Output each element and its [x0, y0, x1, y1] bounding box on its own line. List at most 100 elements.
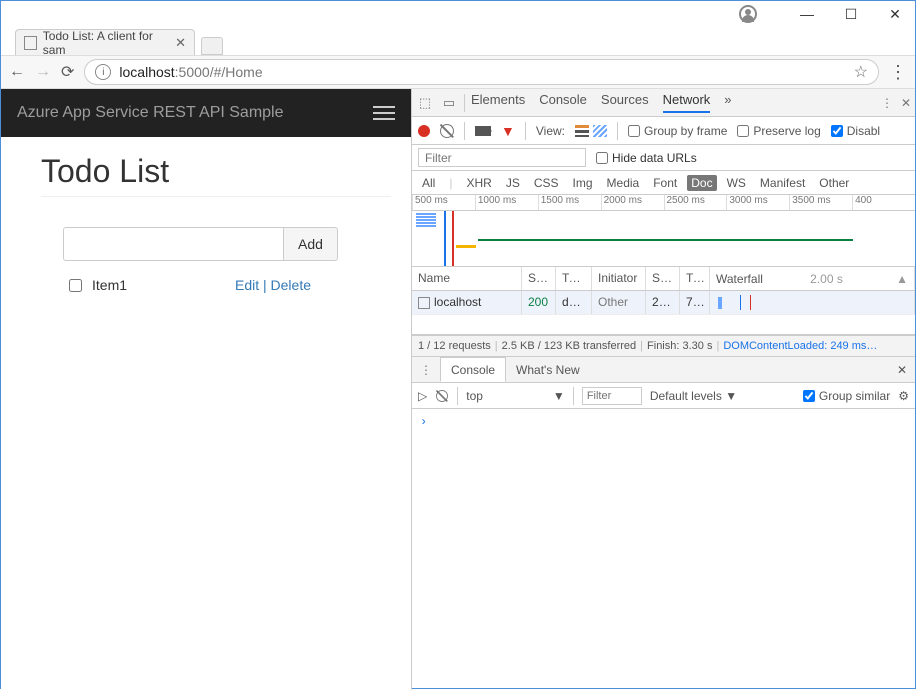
preserve-log-option[interactable]: Preserve log	[737, 124, 820, 138]
network-grid-header: Name St… Type Initiator Size Ti… Waterfa…	[412, 267, 915, 291]
todo-item: Item1 Edit | Delete	[69, 277, 391, 293]
url-path: :5000/#/Home	[175, 64, 263, 80]
record-button[interactable]	[418, 125, 430, 137]
console-toolbar: ▷ top▼ Default levels ▼ Group similar ⚙	[412, 383, 915, 409]
hamburger-icon[interactable]	[373, 106, 395, 120]
type-manifest[interactable]: Manifest	[756, 175, 809, 191]
view-label: View:	[536, 124, 565, 138]
forward-button[interactable]: →	[35, 63, 51, 81]
console-filter-input[interactable]	[582, 387, 642, 405]
type-other[interactable]: Other	[815, 175, 853, 191]
col-initiator[interactable]: Initiator	[592, 267, 646, 290]
maximize-button[interactable]: ☐	[837, 4, 865, 24]
new-tab-button[interactable]	[201, 37, 223, 55]
type-media[interactable]: Media	[603, 175, 644, 191]
close-tab-icon[interactable]: ✕	[175, 35, 186, 51]
drawer-close-icon[interactable]: ✕	[897, 363, 907, 377]
large-rows-icon[interactable]	[575, 125, 589, 137]
new-item-input[interactable]	[63, 227, 283, 261]
resource-type-filters: All| XHR JS CSS Img Media Font Doc WS Ma…	[412, 171, 915, 195]
sort-asc-icon: ▲	[896, 272, 908, 286]
tab-network[interactable]: Network	[663, 92, 711, 113]
type-xhr[interactable]: XHR	[462, 175, 495, 191]
drawer-tab-whatsnew[interactable]: What's New	[506, 363, 590, 377]
network-request-row[interactable]: localhost 200 do… Other 2.… 7 …	[412, 291, 915, 315]
action-separator: |	[263, 277, 271, 293]
close-window-button[interactable]: ✕	[881, 4, 909, 24]
col-waterfall[interactable]: Waterfall 2.00 s ▲	[710, 267, 915, 290]
col-status[interactable]: St…	[522, 267, 556, 290]
preserve-log-checkbox[interactable]	[737, 125, 749, 137]
document-icon	[418, 297, 430, 309]
screenshots-icon[interactable]	[475, 126, 491, 136]
clear-button[interactable]	[440, 124, 454, 138]
overview-icon[interactable]	[593, 125, 607, 137]
page-icon	[24, 36, 37, 50]
delete-link[interactable]: Delete	[271, 277, 311, 293]
window-titlebar: — ☐ ✕	[1, 1, 915, 27]
console-body[interactable]: ›	[412, 409, 915, 690]
app-pane: Azure App Service REST API Sample Todo L…	[1, 89, 411, 690]
address-bar[interactable]: i localhost:5000/#/Home ☆	[84, 59, 879, 85]
col-name[interactable]: Name	[412, 267, 522, 290]
devtools-close-icon[interactable]: ✕	[901, 96, 911, 110]
browser-menu-icon[interactable]: ⋮	[889, 62, 907, 83]
type-all[interactable]: All	[418, 175, 439, 191]
browser-tab[interactable]: Todo List: A client for sam ✕	[15, 29, 195, 55]
devtools-menu-icon[interactable]: ⋮	[881, 96, 893, 110]
console-context[interactable]: top▼	[466, 389, 565, 403]
network-filter-input[interactable]	[418, 148, 586, 167]
drawer-tabs: ⋮ Console What's New ✕	[412, 357, 915, 383]
console-levels[interactable]: Default levels ▼	[650, 389, 737, 403]
timeline-overview[interactable]	[412, 211, 915, 267]
type-js[interactable]: JS	[502, 175, 524, 191]
type-ws[interactable]: WS	[723, 175, 750, 191]
console-settings-icon[interactable]: ⚙	[898, 389, 909, 403]
hide-data-urls-option[interactable]: Hide data URLs	[596, 151, 697, 165]
col-time[interactable]: Ti…	[680, 267, 710, 290]
url-host: localhost	[119, 64, 174, 80]
disable-cache-option[interactable]: Disabl	[831, 124, 880, 138]
back-button[interactable]: ←	[9, 63, 25, 81]
drawer-menu-icon[interactable]: ⋮	[412, 363, 440, 377]
item-checkbox[interactable]	[69, 279, 82, 292]
edit-link[interactable]: Edit	[235, 277, 259, 293]
tab-sources[interactable]: Sources	[601, 92, 649, 113]
network-filterbar: Hide data URLs	[412, 145, 915, 171]
minimize-button[interactable]: —	[793, 4, 821, 24]
add-button[interactable]: Add	[283, 227, 338, 261]
type-doc[interactable]: Doc	[687, 175, 716, 191]
network-summary: 1 / 12 requests| 2.5 KB / 123 KB transfe…	[412, 335, 915, 357]
site-info-icon[interactable]: i	[95, 64, 111, 80]
console-sidebar-icon[interactable]: ▷	[418, 389, 427, 403]
dcl-marker	[444, 211, 446, 266]
group-similar-checkbox[interactable]	[803, 390, 815, 402]
hide-data-urls-checkbox[interactable]	[596, 152, 608, 164]
device-toggle-icon[interactable]: ▭	[440, 95, 458, 111]
group-similar-option[interactable]: Group similar	[803, 389, 890, 403]
drawer-tab-console[interactable]: Console	[440, 357, 506, 382]
timeline-ruler: 500 ms 1000 ms 1500 ms 2000 ms 2500 ms 3…	[412, 195, 915, 211]
col-size[interactable]: Size	[646, 267, 680, 290]
more-tabs-icon[interactable]: »	[724, 92, 731, 113]
type-css[interactable]: CSS	[530, 175, 563, 191]
reload-button[interactable]: ⟳	[61, 62, 74, 82]
bookmark-icon[interactable]: ☆	[854, 62, 868, 82]
page-title: Todo List	[41, 153, 391, 197]
group-by-frame-checkbox[interactable]	[628, 125, 640, 137]
tab-console[interactable]: Console	[539, 92, 587, 113]
tab-elements[interactable]: Elements	[471, 92, 525, 113]
col-type[interactable]: Type	[556, 267, 592, 290]
account-icon[interactable]	[739, 5, 757, 23]
devtools-header: ⬚ ▭ Elements Console Sources Network » ⋮…	[412, 89, 915, 117]
console-clear-icon[interactable]	[436, 390, 448, 402]
type-img[interactable]: Img	[569, 175, 597, 191]
type-font[interactable]: Font	[649, 175, 681, 191]
network-toolbar: ▼ View: Group by frame Preserve log Disa…	[412, 117, 915, 145]
disable-cache-checkbox[interactable]	[831, 125, 843, 137]
app-brand: Azure App Service REST API Sample	[17, 104, 284, 122]
inspect-element-icon[interactable]: ⬚	[416, 95, 434, 111]
filter-icon[interactable]: ▼	[501, 123, 515, 139]
group-by-frame-option[interactable]: Group by frame	[628, 124, 727, 138]
item-label: Item1	[92, 277, 127, 293]
